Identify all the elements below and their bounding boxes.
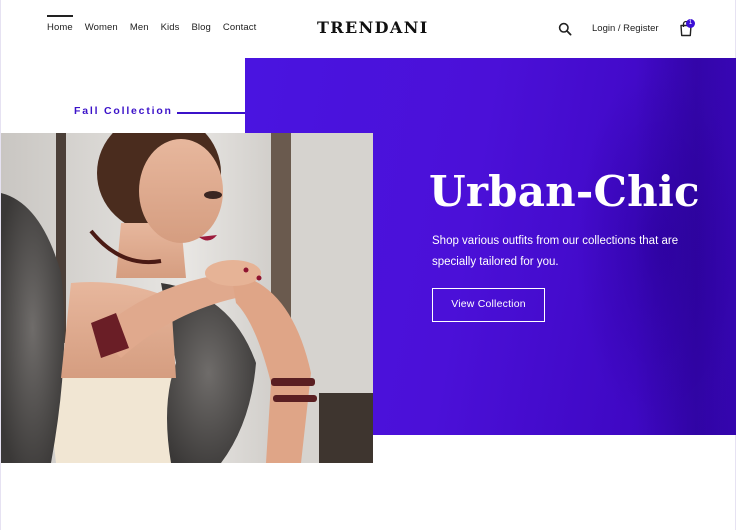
tagline-divider: [177, 112, 245, 114]
page-frame: Home Women Men Kids Blog Contact TRENDAN…: [0, 0, 736, 530]
nav-item-kids[interactable]: Kids: [161, 22, 180, 33]
hero-title: Urban-Chic: [429, 167, 700, 216]
nav-item-women[interactable]: Women: [85, 22, 118, 33]
nav-item-home[interactable]: Home: [47, 15, 73, 33]
site-header: Home Women Men Kids Blog Contact TRENDAN…: [1, 0, 736, 58]
hero-tagline: Fall Collection: [74, 105, 173, 117]
login-register-link[interactable]: Login / Register: [592, 23, 659, 34]
nav-item-men[interactable]: Men: [130, 22, 149, 33]
cart-count-badge: 1: [686, 19, 695, 28]
hero-subtitle: Shop various outfits from our collection…: [432, 235, 679, 268]
model-illustration: [1, 133, 373, 463]
nav-item-blog[interactable]: Blog: [191, 22, 210, 33]
view-collection-button[interactable]: View Collection: [432, 288, 545, 322]
brand-logo[interactable]: TRENDANI: [317, 18, 429, 37]
nav-item-contact[interactable]: Contact: [223, 22, 256, 33]
search-icon[interactable]: [558, 22, 572, 36]
hero-model-photo: [1, 133, 373, 463]
main-nav: Home Women Men Kids Blog Contact: [47, 15, 268, 33]
